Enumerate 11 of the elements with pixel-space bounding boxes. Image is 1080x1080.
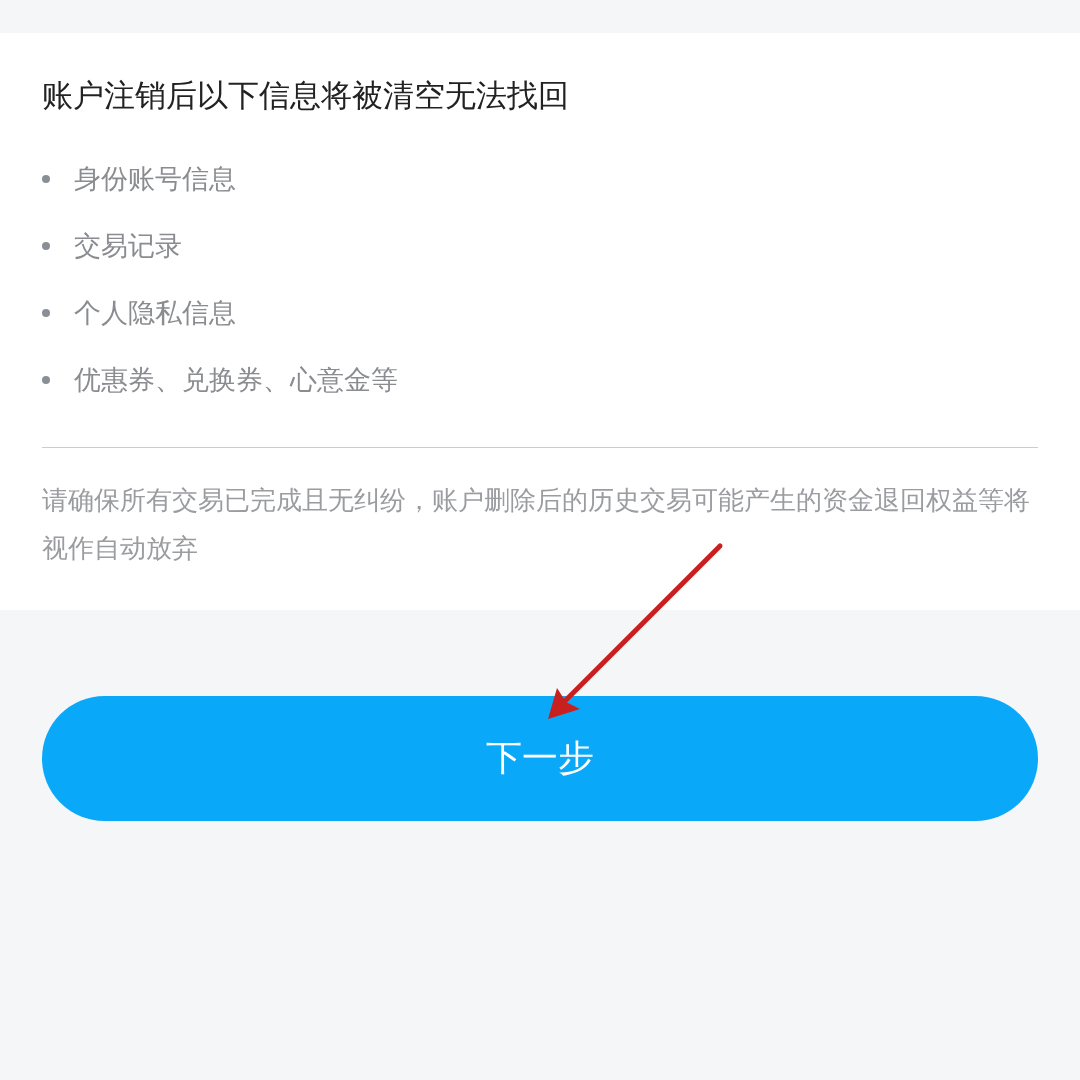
list-item: 交易记录 <box>74 228 182 263</box>
notice-text: 请确保所有交易已完成且无纠纷，账户删除后的历史交易可能产生的资金退回权益等将视作自动放弃 <box>42 484 1031 565</box>
list-item: 个人隐私信息 <box>74 295 236 330</box>
bullet-icon <box>42 308 50 317</box>
notice-title: 账户注销后以下信息将被清空无法找回 <box>42 76 570 115</box>
bullet-icon <box>42 241 50 250</box>
next-button[interactable]: 下一步 <box>42 696 1038 821</box>
list-item: 优惠券、兑换券、心意金等 <box>74 362 398 397</box>
bullet-icon <box>42 375 50 384</box>
bullet-icon <box>42 174 50 183</box>
list-item: 身份账号信息 <box>74 161 236 196</box>
